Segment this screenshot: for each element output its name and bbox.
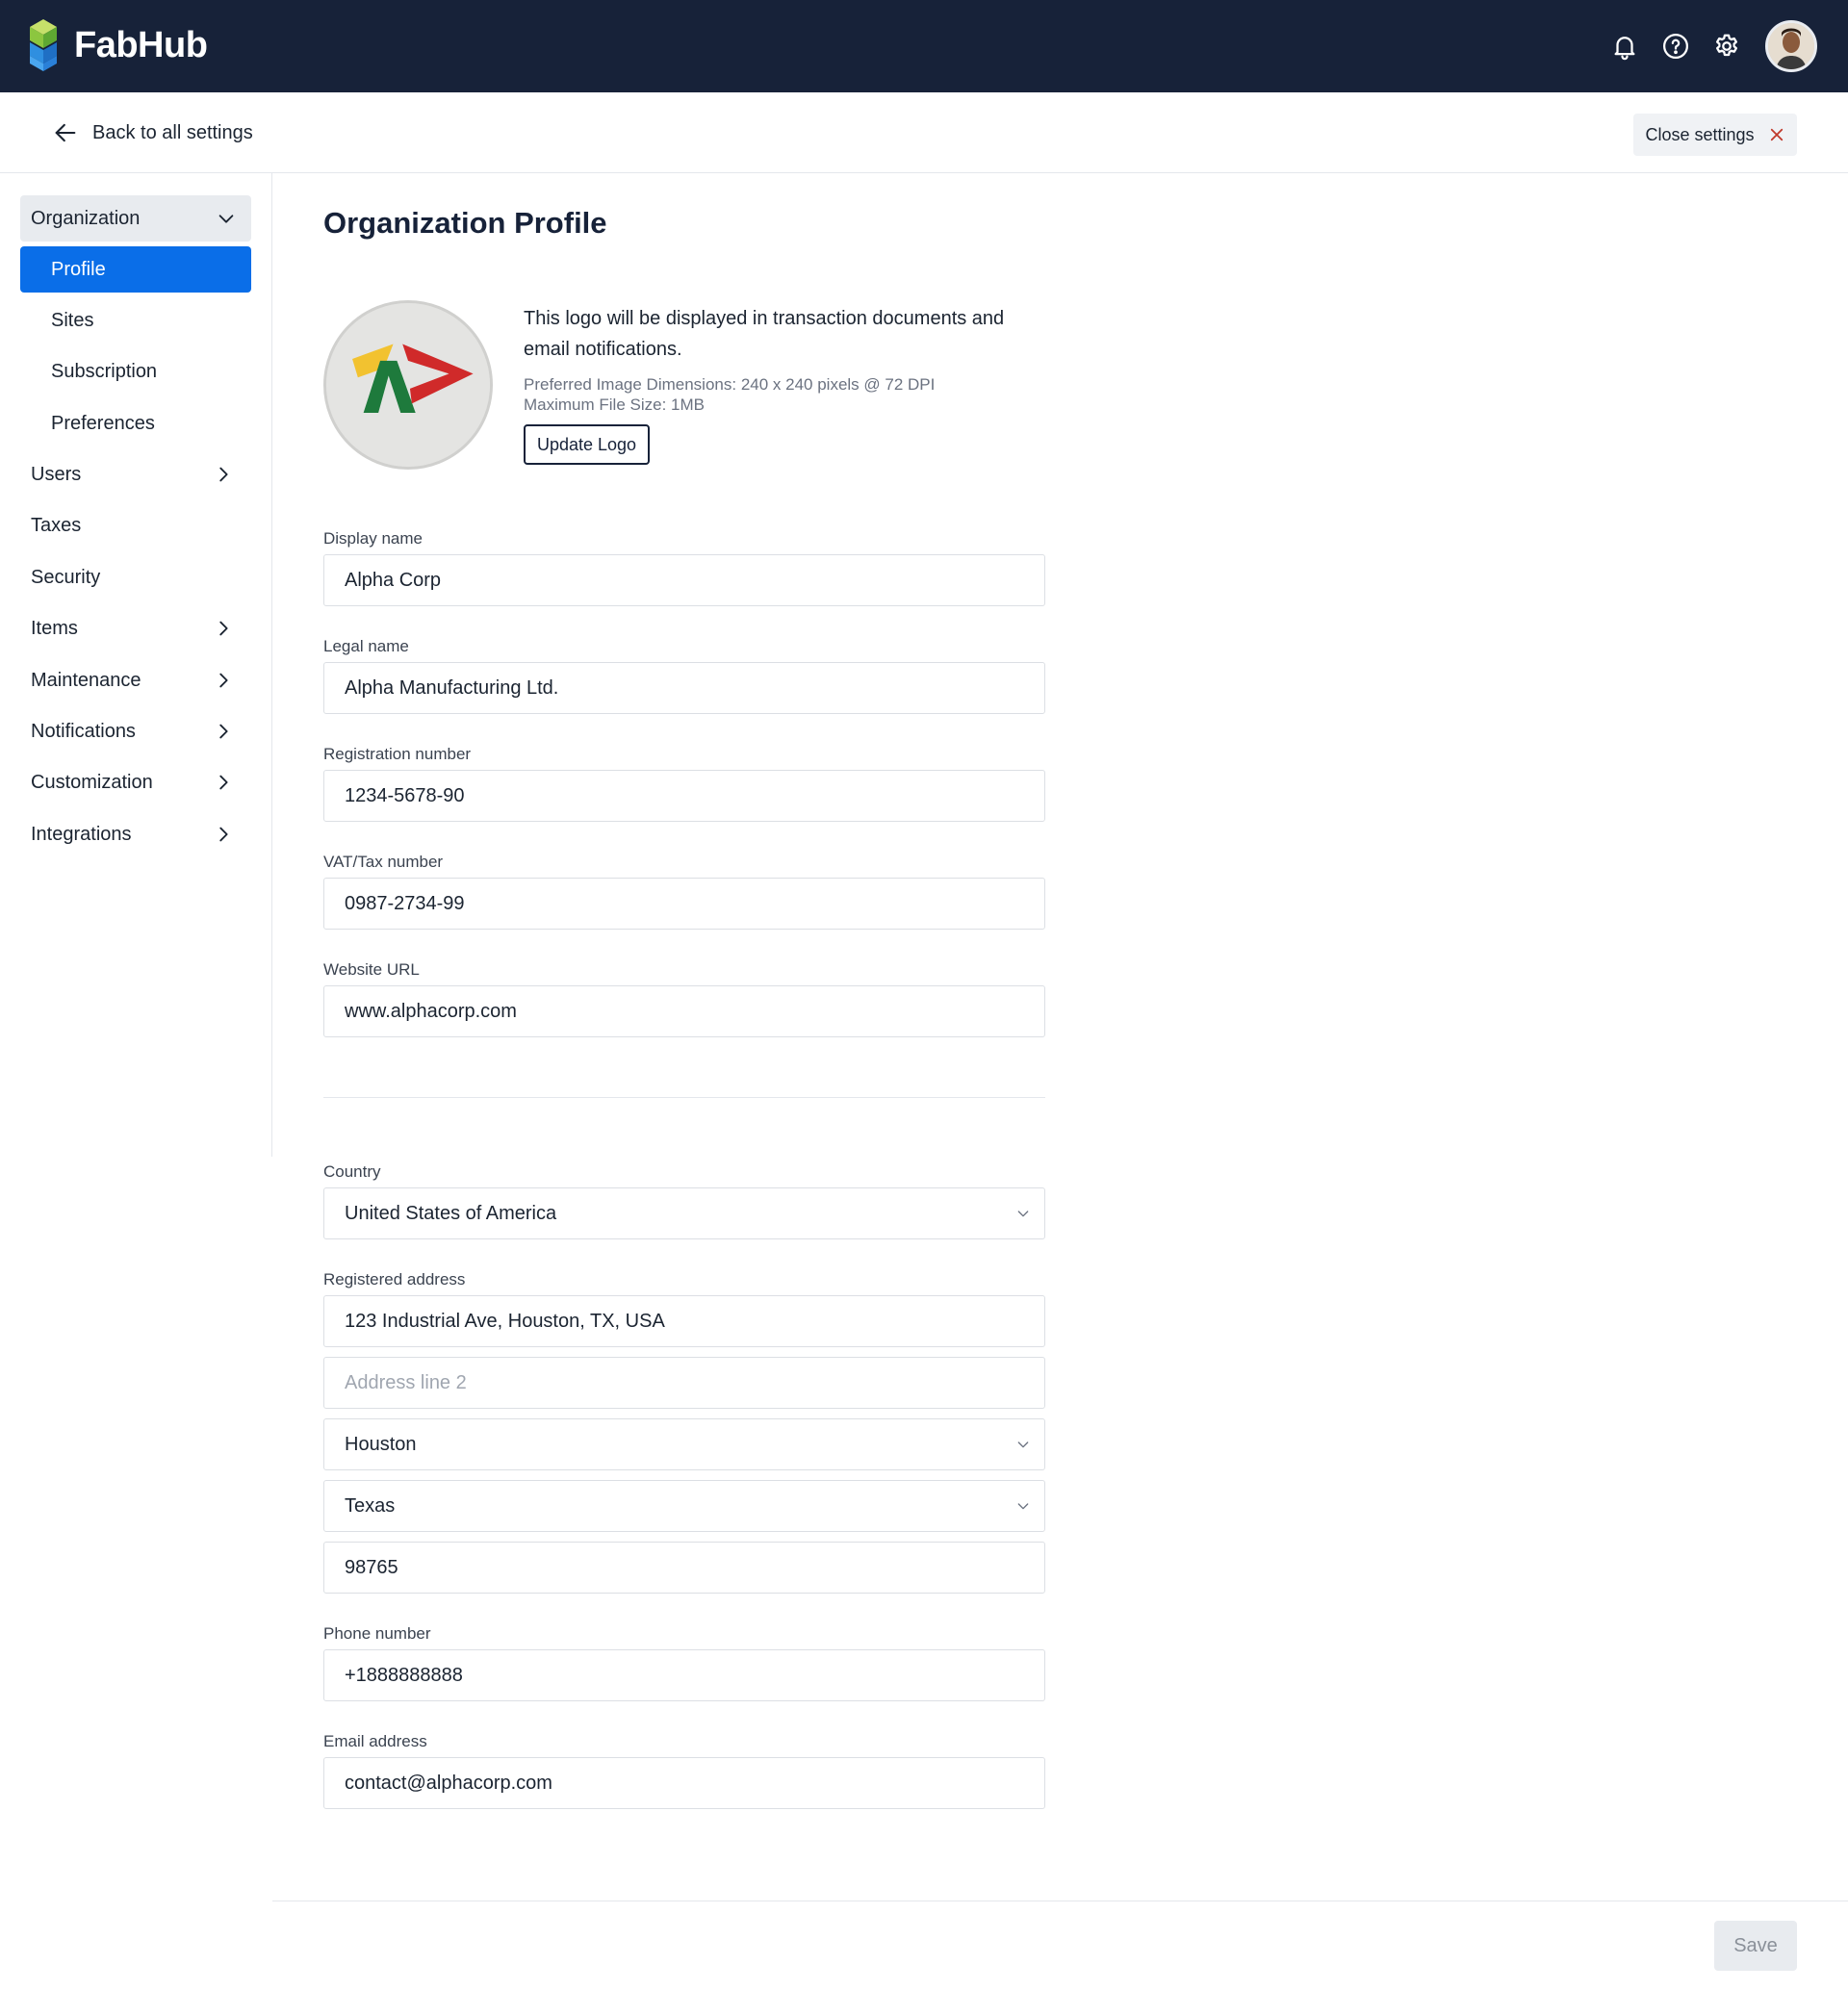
settings-subheader: Back to all settings Close settings: [0, 92, 1848, 173]
country-select[interactable]: United States of America: [323, 1187, 1045, 1239]
save-button[interactable]: Save: [1714, 1921, 1797, 1971]
sidebar-item-customization[interactable]: Customization: [20, 759, 251, 805]
sidebar-item-subscription[interactable]: Subscription: [20, 348, 251, 395]
update-logo-button[interactable]: Update Logo: [524, 424, 650, 465]
sidebar-item-label: Items: [31, 617, 78, 639]
sidebar-item-profile[interactable]: Profile: [20, 246, 251, 293]
back-to-settings-link[interactable]: Back to all settings: [52, 114, 253, 152]
chevron-down-icon: [1017, 1211, 1029, 1217]
chevron-right-icon: [219, 621, 228, 636]
email-address-label: Email address: [323, 1732, 427, 1750]
legal-name-field[interactable]: Alpha Manufacturing Ltd.: [323, 662, 1045, 714]
sidebar-group-organization[interactable]: Organization: [20, 195, 251, 242]
sidebar-item-users[interactable]: Users: [20, 451, 251, 498]
address-line1-field[interactable]: 123 Industrial Ave, Houston, TX, USA: [323, 1295, 1045, 1347]
top-bar: FabHub: [0, 0, 1848, 92]
website-url-label: Website URL: [323, 960, 420, 979]
email-address-field[interactable]: contact@alphacorp.com: [323, 1757, 1045, 1809]
legal-name-label: Legal name: [323, 637, 409, 655]
country-value: United States of America: [345, 1202, 557, 1224]
city-value: Houston: [345, 1433, 417, 1455]
arrow-left-icon: [55, 123, 76, 142]
avatar[interactable]: [1765, 20, 1817, 72]
sidebar-item-label: Maintenance: [31, 669, 141, 691]
sidebar-item-label: Subscription: [51, 360, 158, 382]
sidebar-item-integrations[interactable]: Integrations: [20, 811, 251, 857]
sidebar-item-items[interactable]: Items: [20, 605, 251, 651]
page-title: Organization Profile: [323, 206, 607, 240]
close-settings-label: Close settings: [1645, 124, 1755, 144]
sidebar-item-taxes[interactable]: Taxes: [20, 502, 251, 549]
fabhub-logo-icon: [30, 19, 57, 71]
logo-description: This logo will be displayed in transacti…: [524, 308, 1005, 360]
zip-code-field[interactable]: 98765: [323, 1542, 1045, 1594]
sidebar-item-label: Preferences: [51, 412, 155, 434]
sidebar-item-label: Taxes: [31, 514, 82, 536]
website-url-field[interactable]: www.alphacorp.com: [323, 985, 1045, 1037]
sidebar-item-label: Users: [31, 463, 82, 485]
state-value: Texas: [345, 1494, 396, 1517]
sidebar-item-label: Sites: [51, 309, 94, 331]
close-icon: [1770, 128, 1783, 141]
chevron-down-icon: [1017, 1503, 1029, 1510]
logo-hints: Preferred Image Dimensions: 240 x 240 pi…: [524, 374, 1043, 415]
sidebar-item-preferences[interactable]: Preferences: [20, 400, 251, 446]
logo-dimensions-hint: Preferred Image Dimensions: 240 x 240 pi…: [524, 375, 936, 394]
logo-size-hint: Maximum File Size: 1MB: [524, 395, 705, 414]
logo-info: This logo will be displayed in transacti…: [524, 303, 1043, 465]
sidebar-item-label: Customization: [31, 771, 153, 793]
country-label: Country: [323, 1162, 381, 1181]
brand[interactable]: FabHub: [30, 19, 208, 71]
brand-name: FabHub: [74, 24, 208, 65]
chevron-down-icon: [218, 215, 234, 223]
chevron-right-icon: [219, 673, 228, 688]
sidebar-item-label: Security: [31, 566, 101, 588]
organization-logo: [323, 300, 493, 470]
city-select[interactable]: Houston: [323, 1418, 1045, 1470]
chevron-right-icon: [219, 724, 228, 739]
help-icon[interactable]: [1658, 29, 1693, 64]
chevron-right-icon: [219, 827, 228, 842]
display-name-field[interactable]: Alpha Corp: [323, 554, 1045, 606]
gear-icon[interactable]: [1709, 29, 1744, 64]
section-divider: [323, 1097, 1045, 1098]
sidebar-item-label: Notifications: [31, 720, 136, 742]
sidebar-item-notifications[interactable]: Notifications: [20, 708, 251, 754]
display-name-label: Display name: [323, 529, 423, 548]
sidebar-item-security[interactable]: Security: [20, 554, 251, 600]
vat-number-label: VAT/Tax number: [323, 853, 444, 871]
vat-number-field[interactable]: 0987-2734-99: [323, 878, 1045, 930]
phone-number-label: Phone number: [323, 1624, 431, 1643]
sidebar-item-maintenance[interactable]: Maintenance: [20, 657, 251, 703]
registration-number-label: Registration number: [323, 745, 472, 763]
registered-address-label: Registered address: [323, 1270, 466, 1288]
sidebar-item-label: Profile: [51, 258, 106, 280]
sidebar-group-label: Organization: [31, 207, 141, 229]
address-line2-field[interactable]: Address line 2: [323, 1357, 1045, 1409]
sidebar-item-label: Integrations: [31, 823, 132, 845]
chevron-right-icon: [219, 467, 228, 482]
registration-number-field[interactable]: 1234-5678-90: [323, 770, 1045, 822]
sidebar-item-sites[interactable]: Sites: [20, 297, 251, 344]
chevron-right-icon: [219, 775, 228, 790]
back-link-label: Back to all settings: [92, 121, 253, 143]
phone-number-field[interactable]: +1888888888: [323, 1649, 1045, 1701]
settings-sidebar: Organization Profile Sites Subscription …: [0, 173, 272, 1157]
chevron-down-icon: [1017, 1441, 1029, 1448]
state-select[interactable]: Texas: [323, 1480, 1045, 1532]
close-settings-button[interactable]: Close settings: [1633, 114, 1797, 156]
bell-icon[interactable]: [1607, 29, 1642, 64]
